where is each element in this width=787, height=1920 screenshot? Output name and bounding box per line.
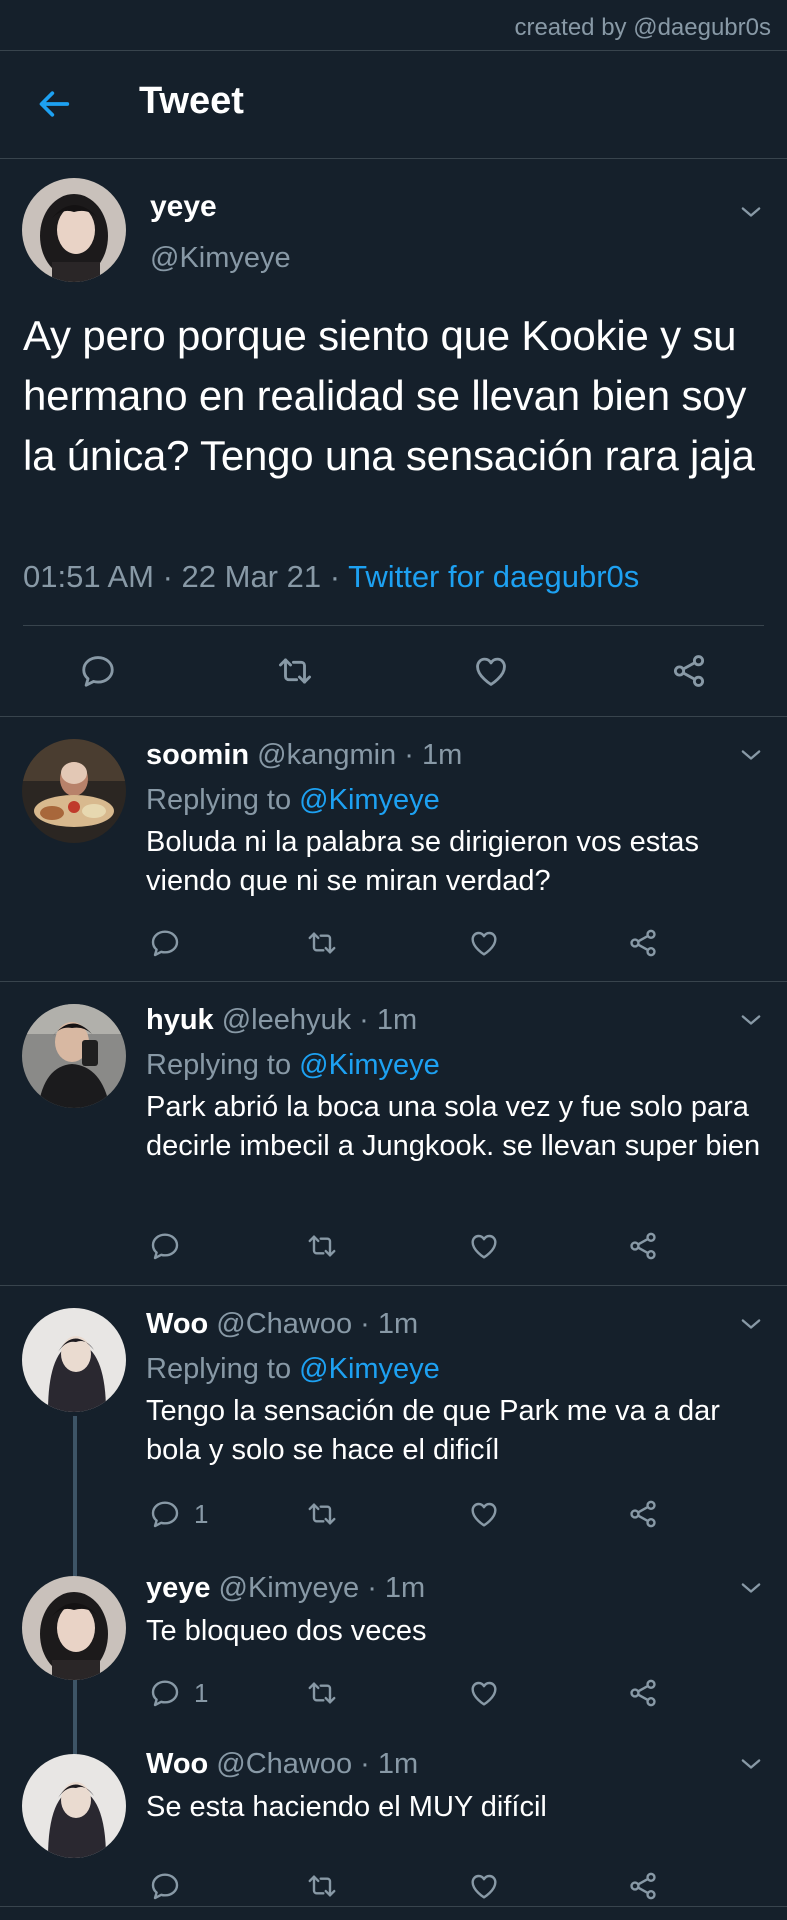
replying-to: Replying to @Kimyeye [146,784,440,816]
author-name[interactable]: Woo [146,1308,208,1340]
replying-to: Replying to @Kimyeye [146,1353,440,1385]
avatar[interactable] [22,1754,126,1858]
author-handle[interactable]: @Kimyeye · 1m [219,1572,426,1604]
chevron-down-icon[interactable] [737,1574,765,1602]
reply-icon[interactable] [149,1498,181,1530]
like-icon[interactable] [468,1677,500,1709]
reply-text: Se esta haciendo el MUY difícil [146,1791,547,1823]
reply-icon[interactable] [149,1870,181,1902]
avatar[interactable] [22,1004,126,1108]
reply-text: Te bloqueo dos veces [146,1615,427,1647]
share-icon[interactable] [670,652,708,690]
reply-header: hyuk @leehyuk · 1m [146,1004,417,1037]
chevron-down-icon[interactable] [737,1006,765,1034]
divider [23,625,764,626]
credit-text: created by @daegubr0s [514,14,771,41]
reply-header: yeye @Kimyeye · 1m [146,1572,425,1605]
page-title: Tweet [139,80,244,122]
reply-tweet[interactable]: Woo @Chawoo · 1m Replying to @Kimyeye Ten… [0,1286,787,1550]
divider [0,158,787,159]
main-tweet: yeye @Kimyeye Ay pero porque siento que … [0,160,787,716]
retweet-icon[interactable] [306,927,338,959]
author-name[interactable]: hyuk [146,1004,214,1036]
tweet-timestamp: 01:51 AM · 22 Mar 21 · [23,559,349,594]
reply-text: Tengo la sensación de que Park me va a d… [146,1395,720,1466]
reply-text: Park abrió la boca una sola vez y fue so… [146,1091,761,1162]
like-icon[interactable] [468,927,500,959]
retweet-icon[interactable] [306,1230,338,1262]
avatar[interactable] [22,178,126,282]
mention-link[interactable]: @Kimyeye [299,1049,440,1081]
like-icon[interactable] [468,1230,500,1262]
reply-count: 1 [194,1678,209,1708]
author-name[interactable]: Woo [146,1748,208,1780]
reply-icon[interactable] [149,1230,181,1262]
retweet-icon[interactable] [306,1677,338,1709]
avatar[interactable] [22,1576,126,1680]
mention-link[interactable]: @Kimyeye [299,784,440,816]
reply-header: Woo @Chawoo · 1m [146,1748,418,1781]
replying-to: Replying to @Kimyeye [146,1049,440,1081]
chevron-down-icon[interactable] [737,1750,765,1778]
chevron-down-icon[interactable] [737,198,765,226]
tweet-source-link[interactable]: Twitter for daegubr0s [348,559,639,594]
tweet-text: Ay pero porque siento que Kookie y su he… [23,312,755,479]
like-icon[interactable] [472,652,510,690]
author-handle[interactable]: @Chawoo · 1m [216,1748,418,1780]
share-icon[interactable] [627,1677,659,1709]
reply-header: Woo @Chawoo · 1m [146,1308,418,1341]
share-icon[interactable] [627,1870,659,1902]
reply-header: soomin @kangmin · 1m [146,739,462,772]
like-icon[interactable] [468,1870,500,1902]
share-icon[interactable] [627,927,659,959]
reply-tweet[interactable]: Woo @Chawoo · 1m Se esta haciendo el MUY … [0,1726,787,1906]
mention-link[interactable]: @Kimyeye [299,1353,440,1385]
author-handle[interactable]: @Chawoo · 1m [216,1308,418,1340]
avatar[interactable] [22,1308,126,1412]
author-name[interactable]: yeye [146,1572,211,1604]
author-name[interactable]: soomin [146,739,249,771]
retweet-icon[interactable] [306,1870,338,1902]
reply-tweet[interactable]: soomin @kangmin · 1m Replying to @Kimyeye… [0,717,787,981]
tweet-meta: 01:51 AM · 22 Mar 21 · Twitter for daegu… [23,559,639,595]
retweet-icon[interactable] [306,1498,338,1530]
reply-icon[interactable] [149,927,181,959]
reply-count: 1 [194,1499,209,1529]
divider [0,1906,787,1907]
author-handle[interactable]: @leehyuk · 1m [222,1004,417,1036]
author-handle[interactable]: @Kimyeye [150,242,291,275]
reply-icon[interactable] [149,1677,181,1709]
reply-tweet[interactable]: hyuk @leehyuk · 1m Replying to @Kimyeye P… [0,982,787,1285]
like-icon[interactable] [468,1498,500,1530]
reply-text: Boluda ni la palabra se dirigieron vos e… [146,826,699,897]
author-name[interactable]: yeye [150,190,217,224]
back-arrow-icon[interactable] [34,84,74,124]
reply-icon[interactable] [79,652,117,690]
retweet-icon[interactable] [276,652,314,690]
share-icon[interactable] [627,1498,659,1530]
share-icon[interactable] [627,1230,659,1262]
app-header: Tweet [0,50,787,158]
reply-tweet[interactable]: yeye @Kimyeye · 1m Te bloqueo dos veces 1 [0,1550,787,1726]
author-handle[interactable]: @kangmin · 1m [257,739,462,771]
chevron-down-icon[interactable] [737,1310,765,1338]
chevron-down-icon[interactable] [737,741,765,769]
avatar[interactable] [22,739,126,843]
